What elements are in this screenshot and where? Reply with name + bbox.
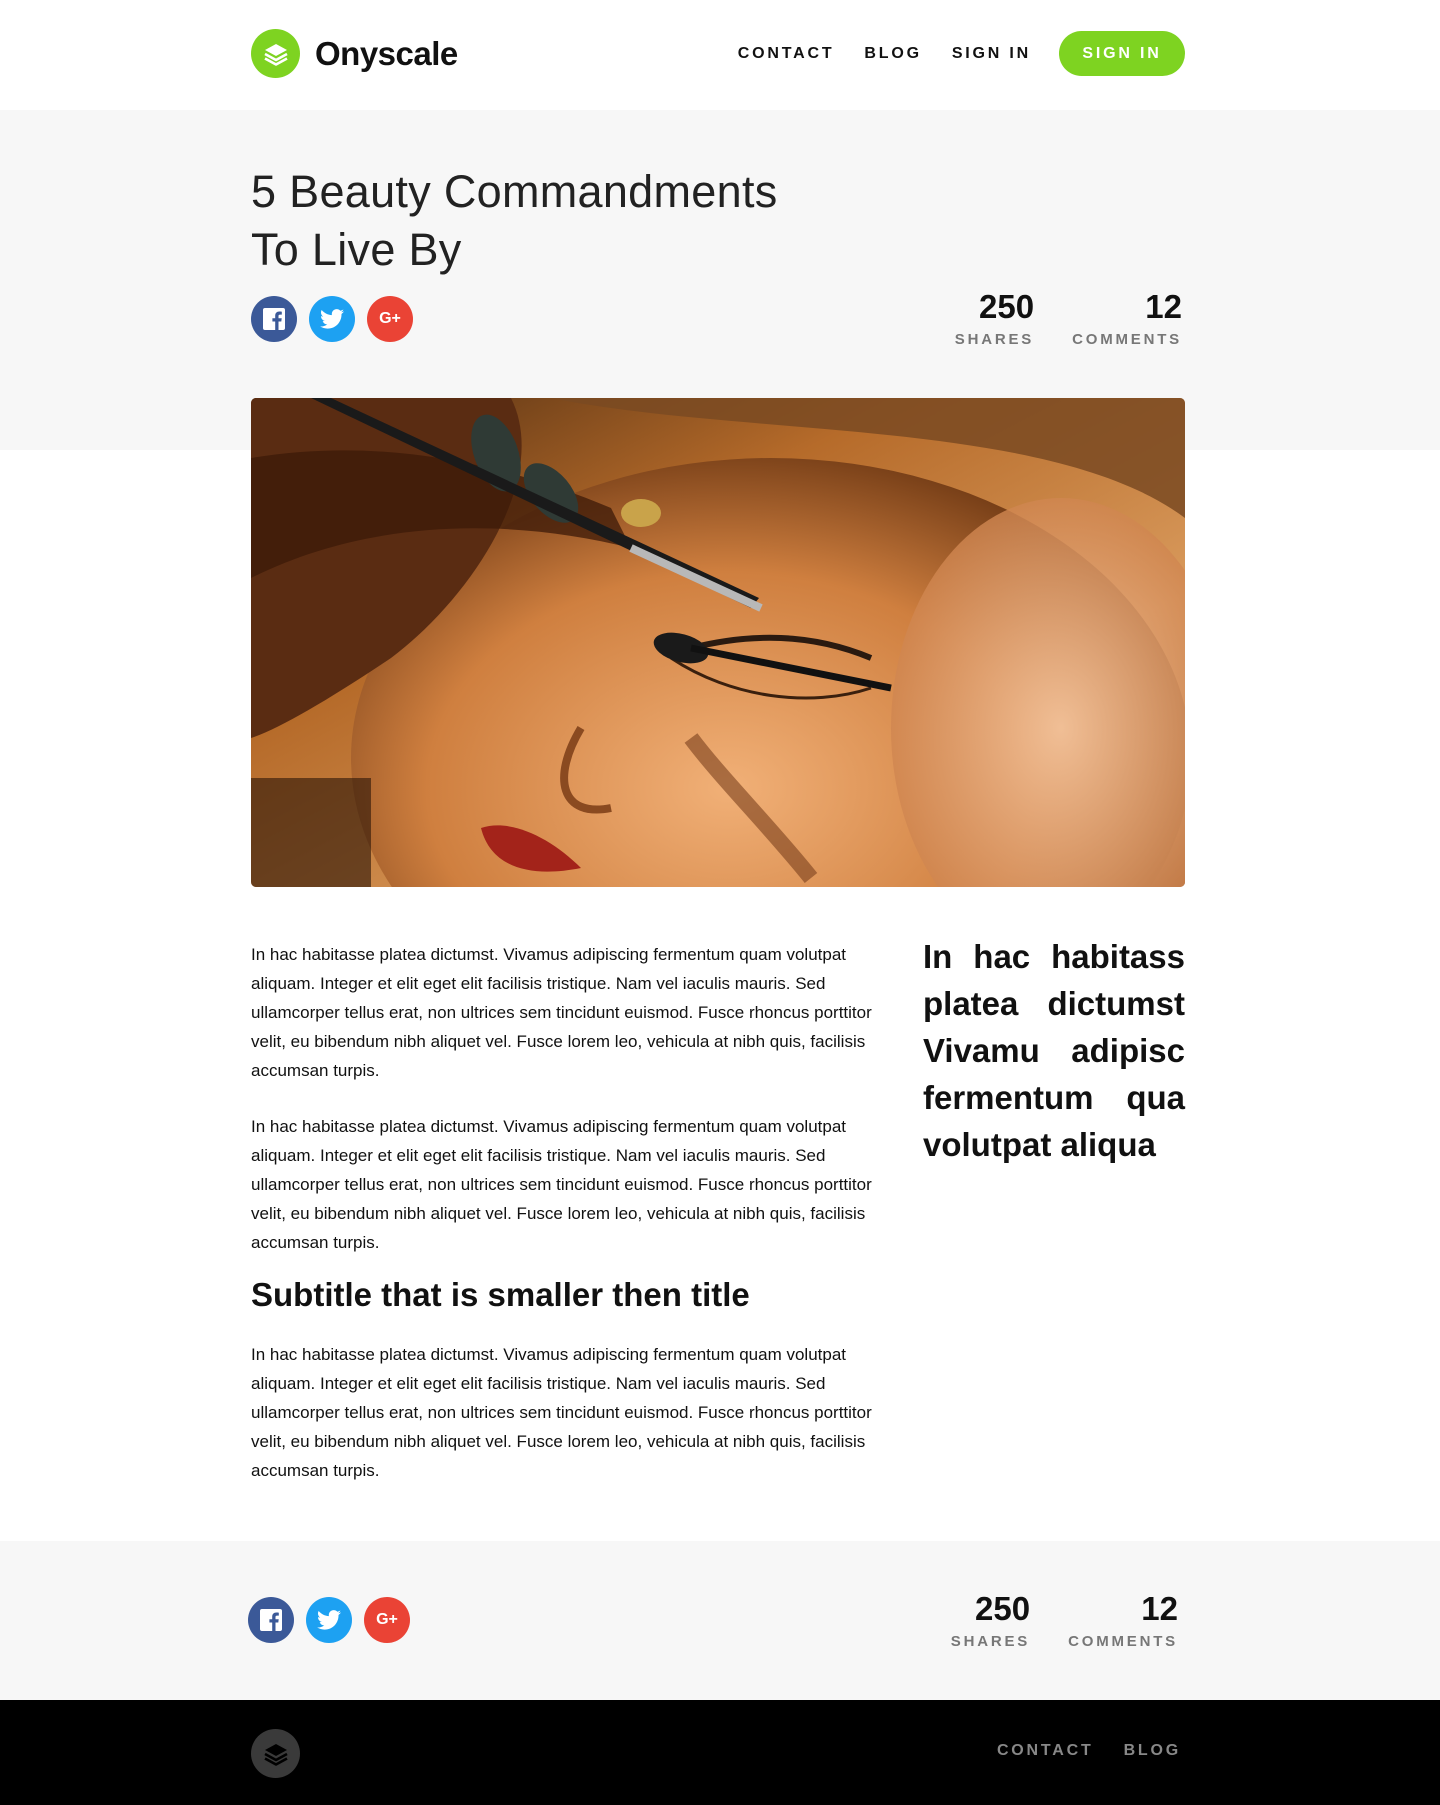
main-nav: CONTACT BLOG SIGN IN SIGN IN [738,31,1185,76]
shares-stat: 250 SHARES [950,1590,1031,1651]
facebook-icon [260,1609,282,1631]
twitter-icon [320,309,344,329]
footer-nav: CONTACT BLOG [967,1742,1181,1760]
twitter-icon [317,1610,341,1630]
comments-count: 12 [1145,288,1182,325]
article-paragraph-3: In hac habitasse platea dictumst. Vivamu… [251,1345,872,1480]
hero-image [251,398,1185,887]
shares-label: SHARES [950,1633,1031,1650]
google-plus-share-button[interactable]: G+ [364,1597,410,1643]
shares-label: SHARES [954,331,1035,348]
title-line-1: 5 Beauty Commandments [251,166,778,217]
article-stats-top: 250 SHARES 12 COMMENTS [917,288,1182,349]
share-strip-bottom [0,1541,1440,1700]
comments-count: 12 [1141,1590,1178,1627]
shares-stat: 250 SHARES [954,288,1035,349]
nav-sign-in-link[interactable]: SIGN IN [952,45,1031,63]
google-plus-icon: G+ [376,1611,398,1628]
site-footer: CONTACT BLOG [0,1700,1440,1805]
facebook-share-button[interactable] [251,296,297,342]
comments-stat: 12 COMMENTS [1068,1590,1178,1651]
twitter-share-button[interactable] [309,296,355,342]
site-header: Onyscale CONTACT BLOG SIGN IN SIGN IN [0,0,1440,110]
article-subtitle: Subtitle that is smaller then title [251,1276,750,1313]
brand-name: Onyscale [315,34,458,72]
article-paragraph-1: In hac habitasse platea dictumst. Vivamu… [251,945,872,1080]
footer-blog-link[interactable]: BLOG [1124,1742,1181,1760]
footer-contact-link[interactable]: CONTACT [997,1742,1094,1760]
share-buttons-top: G+ [251,296,425,342]
twitter-share-button[interactable] [306,1597,352,1643]
shares-count: 250 [975,1590,1031,1627]
comments-stat: 12 COMMENTS [1072,288,1182,349]
share-buttons-bottom: G+ [248,1597,422,1643]
google-plus-share-button[interactable]: G+ [367,296,413,342]
logo-link[interactable]: Onyscale [251,29,458,78]
facebook-icon [263,308,285,330]
article-stats-bottom: 250 SHARES 12 COMMENTS [913,1590,1178,1651]
shares-count: 250 [979,288,1035,325]
google-plus-icon: G+ [379,310,401,327]
article-paragraph-2: In hac habitasse platea dictumst. Vivamu… [251,1117,872,1252]
pull-quote: In hac habitass platea dictumst Vivamu a… [923,938,1185,1163]
footer-logo-icon[interactable] [251,1729,300,1778]
nav-contact-link[interactable]: CONTACT [738,45,835,63]
facebook-share-button[interactable] [248,1597,294,1643]
article-title: 5 Beauty Commandments To Live By [251,163,891,279]
comments-label: COMMENTS [1072,331,1182,348]
sign-in-button[interactable]: SIGN IN [1059,31,1185,76]
comments-label: COMMENTS [1068,1633,1178,1650]
nav-blog-link[interactable]: BLOG [864,45,921,63]
layers-logo-icon [251,29,300,78]
title-line-2: To Live By [251,224,462,275]
